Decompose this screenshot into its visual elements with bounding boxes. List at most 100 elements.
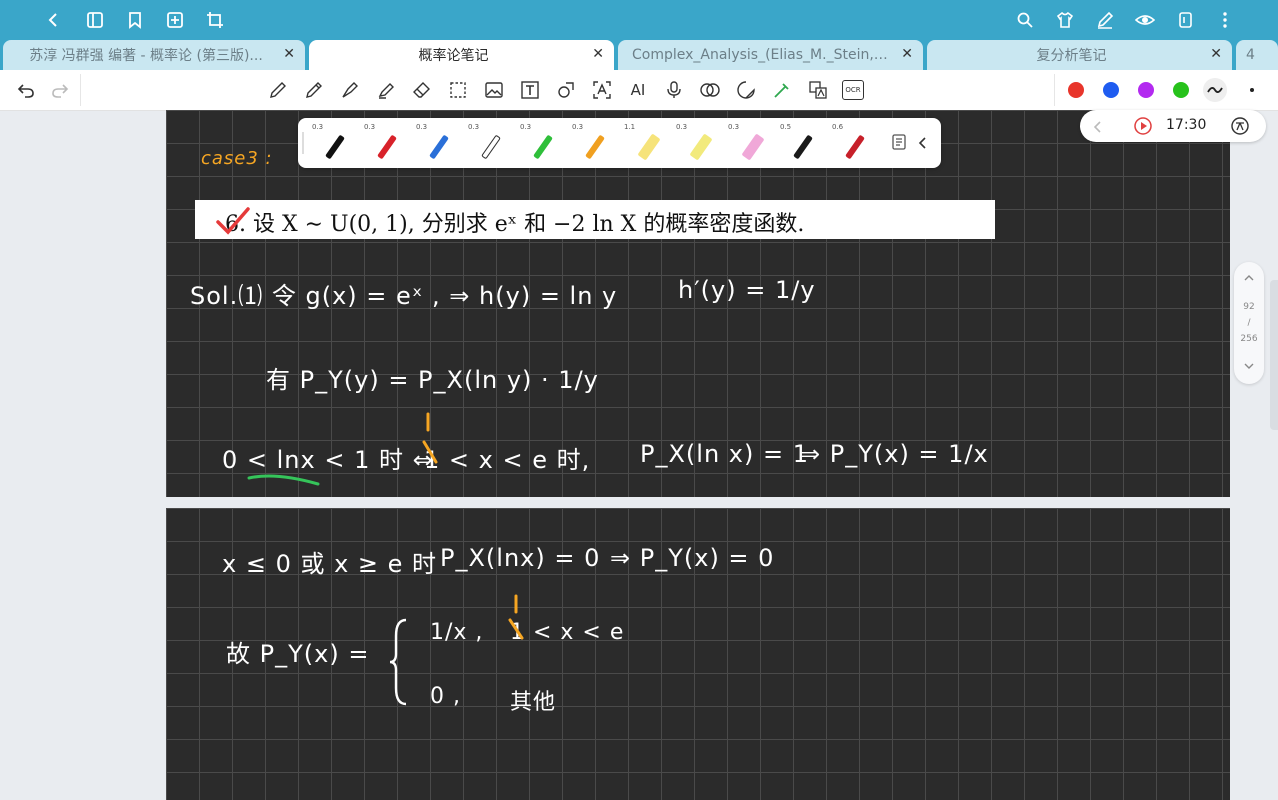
highlighter-nib-icon xyxy=(637,133,661,161)
microphone-icon[interactable] xyxy=(662,78,686,102)
close-icon[interactable]: ✕ xyxy=(592,46,604,62)
page-icon[interactable] xyxy=(1173,8,1197,32)
tab-complex-analysis[interactable]: Complex_Analysis_(Elias_M._Stein,_... ✕ xyxy=(618,40,923,70)
pen-size-label: 0.3 xyxy=(468,123,480,131)
tab-probability-notes[interactable]: 概率论笔记 ✕ xyxy=(309,40,614,70)
color-blue[interactable] xyxy=(1103,82,1119,98)
pen-preset-black[interactable]: 0.3 xyxy=(310,122,356,164)
solution-line-3c: P_X(ln x) = 1 xyxy=(640,440,809,468)
tab-overflow-count[interactable]: 4 xyxy=(1236,40,1278,70)
page-separator: / xyxy=(1247,318,1251,328)
tab-label: 复分析笔记 xyxy=(1036,48,1107,64)
side-panel-handle[interactable] xyxy=(1270,280,1278,430)
highlighter-preset-light-yellow[interactable]: 0.3 xyxy=(674,122,720,164)
more-vertical-icon[interactable] xyxy=(1213,8,1237,32)
timer-translate-icon[interactable] xyxy=(1230,116,1250,140)
pen-palette: 0.3 0.3 0.3 0.3 0.3 0.3 1.1 0.3 0.3 0.5 … xyxy=(298,118,941,168)
ocr-button[interactable]: OCR xyxy=(842,80,864,100)
color-purple[interactable] xyxy=(1138,82,1154,98)
pen-preset-blue[interactable]: 0.3 xyxy=(414,122,460,164)
solution-line-2: 有 P_Y(y) = P_X(ln y) · 1/y xyxy=(266,366,599,394)
close-icon[interactable]: ✕ xyxy=(283,46,295,62)
pen-preset-dark-red[interactable]: 0.6 xyxy=(830,122,876,164)
text-recognition-icon[interactable] xyxy=(590,78,614,102)
pen-preset-green[interactable]: 0.3 xyxy=(518,122,564,164)
page-total: 256 xyxy=(1240,334,1258,344)
audio-record-icon[interactable] xyxy=(698,78,722,102)
solution-derivative: h′(y) = 1/y xyxy=(678,276,816,304)
solution-line-4a: x ≤ 0 或 x ≥ e 时 xyxy=(222,550,438,578)
pen-preset-red[interactable]: 0.3 xyxy=(362,122,408,164)
pen-nib-icon xyxy=(377,134,397,160)
solution-line-3d: ⇒ P_Y(x) = 1/x xyxy=(800,440,989,468)
pen-nib-icon xyxy=(845,134,865,160)
image-icon[interactable] xyxy=(482,78,506,102)
thickness-dot-icon[interactable] xyxy=(1240,78,1264,102)
green-underline-mark xyxy=(247,474,320,486)
pen-nib-icon xyxy=(585,134,605,160)
eraser-icon[interactable] xyxy=(410,78,434,102)
recording-timer: 17:30 xyxy=(1080,110,1266,142)
palette-collapse-icon[interactable] xyxy=(918,135,928,154)
highlighter-nib-icon xyxy=(689,133,713,161)
undo-icon[interactable] xyxy=(14,78,38,102)
highlighter-preset-pink[interactable]: 0.3 xyxy=(726,122,772,164)
stroke-style-icon[interactable] xyxy=(1203,78,1227,102)
sticker-icon[interactable] xyxy=(734,78,758,102)
pen-nib-icon xyxy=(325,134,345,160)
color-red[interactable] xyxy=(1068,82,1084,98)
pen-size-label: 1.1 xyxy=(624,123,636,131)
pen-size-label: 0.3 xyxy=(676,123,688,131)
lasso-select-icon[interactable] xyxy=(446,78,470,102)
text-box-icon[interactable] xyxy=(518,78,542,102)
close-icon[interactable]: ✕ xyxy=(1210,46,1222,62)
case-1-value: 1/x , xyxy=(430,620,484,645)
translate-icon[interactable] xyxy=(806,78,830,102)
search-icon[interactable] xyxy=(1013,8,1037,32)
add-page-icon[interactable] xyxy=(163,8,187,32)
pen-size-label: 0.3 xyxy=(312,123,324,131)
case-2-value: 0 , xyxy=(430,684,461,709)
palette-grip[interactable] xyxy=(302,132,304,154)
book-icon[interactable] xyxy=(83,8,107,32)
tab-probability-book[interactable]: 苏淳 冯群强 编著 - 概率论 (第三版)... ✕ xyxy=(3,40,305,70)
fountain-pen-icon[interactable] xyxy=(338,78,362,102)
crop-icon[interactable] xyxy=(203,8,227,32)
pen-size-label: 0.5 xyxy=(780,123,792,131)
solution-line-4b: P_X(lnx) = 0 xyxy=(440,544,601,572)
pen-edit-icon[interactable] xyxy=(1093,8,1117,32)
highlighter-icon[interactable] xyxy=(374,78,398,102)
shirt-icon[interactable] xyxy=(1053,8,1077,32)
pen-preset-black-thick[interactable]: 0.5 xyxy=(778,122,824,164)
scroll-up-icon[interactable] xyxy=(1243,274,1255,285)
pen-preset-orange[interactable]: 0.3 xyxy=(570,122,616,164)
highlighter-preset-yellow[interactable]: 1.1 xyxy=(622,122,668,164)
shape-icon[interactable] xyxy=(554,78,578,102)
timer-prev-icon[interactable] xyxy=(1093,119,1102,138)
eye-icon[interactable] xyxy=(1133,8,1157,32)
solution-line-5: 故 P_Y(x) = xyxy=(226,640,370,668)
pen-nib-icon xyxy=(793,134,813,160)
pen-preset-outline[interactable]: 0.3 xyxy=(466,122,512,164)
pen-size-label: 0.3 xyxy=(572,123,584,131)
pen-tool-icon[interactable] xyxy=(266,78,290,102)
back-icon[interactable] xyxy=(42,8,66,32)
pencil-tool-icon[interactable] xyxy=(302,78,326,102)
close-icon[interactable]: ✕ xyxy=(901,46,913,62)
pen-size-label: 0.3 xyxy=(728,123,740,131)
tab-complex-notes[interactable]: 复分析笔记 ✕ xyxy=(927,40,1232,70)
timer-time: 17:30 xyxy=(1166,117,1207,133)
page-scroller[interactable]: 92 / 256 xyxy=(1234,262,1264,384)
tab-bar: 苏淳 冯群强 编著 - 概率论 (第三版)... ✕ 概率论笔记 ✕ Compl… xyxy=(0,40,1278,70)
bookmark-icon[interactable] xyxy=(123,8,147,32)
tab-label: Complex_Analysis_(Elias_M._Stein,_... xyxy=(632,47,893,63)
color-green[interactable] xyxy=(1173,82,1189,98)
play-icon[interactable] xyxy=(1134,117,1152,139)
laser-pointer-icon[interactable] xyxy=(770,78,794,102)
pen-nib-icon xyxy=(481,134,501,160)
ai-button[interactable]: AI xyxy=(626,78,650,102)
problem-text: 6. 设 X ∼ U(0, 1), 分别求 eˣ 和 −2 ln X 的概率密度… xyxy=(225,212,805,237)
scroll-down-icon[interactable] xyxy=(1243,362,1255,373)
palette-settings-icon[interactable] xyxy=(892,134,906,154)
redo-icon[interactable] xyxy=(48,78,72,102)
